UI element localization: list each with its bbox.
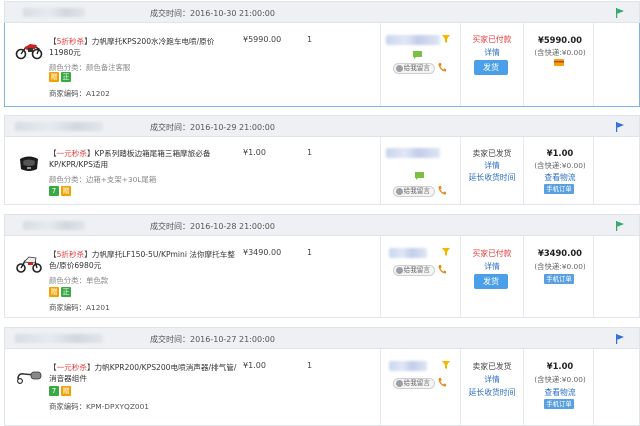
merchant-code: 商家编码：KPM-DPXYQZ001 xyxy=(49,402,150,411)
order-status: 卖家已发货 xyxy=(472,362,512,371)
buyer-name-blurred[interactable] xyxy=(389,248,427,258)
merchant-code: 商家编码：A1202 xyxy=(49,89,110,98)
extend-receipt-link[interactable]: 延长收货时间 xyxy=(467,172,517,183)
shipping-fee: (含快递:¥0.00) xyxy=(534,375,586,384)
flag-blue-icon[interactable] xyxy=(614,121,626,133)
view-logistics-link[interactable]: 查看物流 xyxy=(527,172,593,183)
genuine-badge: 正 xyxy=(61,72,71,82)
gift-badge: 赠 xyxy=(61,186,71,196)
buyer-name-blurred[interactable] xyxy=(386,35,440,45)
scooter-thumbnail[interactable] xyxy=(15,252,43,274)
product-sku: 颜色分类：边箱+支架+30L尾箱 xyxy=(49,175,157,184)
quantity: 1 xyxy=(307,248,313,257)
product-title[interactable]: 【5折秒杀】力帆摩托LF150-5U/KPmini 法你摩托车整色/原价6980… xyxy=(49,249,237,271)
unit-price: ¥1.00 xyxy=(243,148,266,157)
order-body: 【5折秒杀】力帆摩托LF150-5U/KPmini 法你摩托车整色/原价6980… xyxy=(4,236,640,318)
phone-icon[interactable] xyxy=(438,63,446,72)
product-title[interactable]: 【5折秒杀】力帆摩托KPS200水冷跑车电喷/原价11980元 xyxy=(49,36,237,58)
seven-day-return-badge: 7 xyxy=(49,186,59,196)
leave-message-button[interactable]: 给我留言 xyxy=(393,378,435,389)
order-total: ¥1.00 xyxy=(546,148,574,158)
service-badges: 7赠 xyxy=(49,386,73,396)
order-body: 【一元秒杀】KP系列踏板边箱尾箱三箱摩旅必备KP/KPR/KPS适用 颜色分类：… xyxy=(4,137,640,205)
order-time: 成交时间：2016-10-28 21:00:00 xyxy=(150,222,275,231)
order-body: 【一元秒杀】力帆KPR200/KPS200电喷消声器/排气管/消音器组件 7赠 … xyxy=(4,349,640,426)
order-status: 卖家已发货 xyxy=(472,149,512,158)
product-sku: 颜色分类：单色款 xyxy=(49,276,109,285)
filter-icon[interactable] xyxy=(442,35,450,43)
mobile-order-tag: 手机订单 xyxy=(544,399,574,409)
service-badges: 赠正 xyxy=(49,72,73,82)
order-total: ¥5990.00 xyxy=(538,35,582,45)
leave-message-button[interactable]: 给我留言 xyxy=(393,265,435,276)
shop-name-blurred xyxy=(15,122,103,131)
motorcycle-thumbnail[interactable] xyxy=(15,39,43,61)
order-status: 买家已付款 xyxy=(472,35,512,44)
shop-name-blurred xyxy=(23,8,85,17)
order-status: 买家已付款 xyxy=(472,249,512,258)
leave-message-button[interactable]: 给我留言 xyxy=(393,186,435,197)
order-detail-link[interactable]: 详情 xyxy=(467,261,517,272)
buyer-name-blurred[interactable] xyxy=(389,361,427,371)
credit-card-icon xyxy=(554,59,564,66)
order-total: ¥3490.00 xyxy=(538,248,582,258)
order-header: 成交时间：2016-10-30 21:00:00 xyxy=(4,1,640,23)
flag-green-icon[interactable] xyxy=(614,7,626,19)
order-detail-link[interactable]: 详情 xyxy=(467,47,517,58)
top-case-thumbnail[interactable] xyxy=(15,153,43,175)
flag-green-icon[interactable] xyxy=(614,220,626,232)
service-badges: 赠正 xyxy=(49,287,73,297)
filter-icon[interactable] xyxy=(442,361,450,369)
unit-price: ¥1.00 xyxy=(243,361,266,370)
quantity: 1 xyxy=(307,148,313,157)
gift-badge: 赠 xyxy=(61,386,71,396)
order-body: 【5折秒杀】力帆摩托KPS200水冷跑车电喷/原价11980元 颜色分类：颜色备… xyxy=(4,23,640,107)
genuine-badge: 正 xyxy=(61,287,71,297)
order-header: 成交时间：2016-10-29 21:00:00 xyxy=(4,115,640,137)
quantity: 1 xyxy=(307,361,313,370)
order-total: ¥1.00 xyxy=(546,361,574,371)
order-detail-link[interactable]: 详情 xyxy=(467,160,517,171)
product-title[interactable]: 【一元秒杀】KP系列踏板边箱尾箱三箱摩旅必备KP/KPR/KPS适用 xyxy=(49,148,237,170)
exhaust-pipe-thumbnail[interactable] xyxy=(15,365,43,387)
gift-badge: 赠 xyxy=(49,287,59,297)
shop-name-blurred xyxy=(23,221,85,230)
unit-price: ¥5990.00 xyxy=(243,35,282,44)
shipping-fee: (含快递:¥0.00) xyxy=(534,262,586,271)
ship-button[interactable]: 发货 xyxy=(474,60,508,75)
seven-day-return-badge: 7 xyxy=(49,386,59,396)
merchant-code: 商家编码：A1201 xyxy=(49,303,110,312)
order-detail-link[interactable]: 详情 xyxy=(467,374,517,385)
ship-button[interactable]: 发货 xyxy=(474,274,508,289)
shipping-fee: (含快递:¥0.00) xyxy=(534,161,586,170)
order-header: 成交时间：2016-10-28 21:00:00 xyxy=(4,214,640,236)
mobile-order-tag: 手机订单 xyxy=(544,274,574,284)
message-icon[interactable] xyxy=(413,51,422,59)
shipping-fee: (含快递:¥0.00) xyxy=(534,48,586,57)
gift-badge: 赠 xyxy=(49,72,59,82)
flag-blue-icon[interactable] xyxy=(614,333,626,345)
service-badges: 7赠 xyxy=(49,186,73,196)
order-time: 成交时间：2016-10-29 21:00:00 xyxy=(150,123,275,132)
phone-icon[interactable] xyxy=(438,186,446,195)
order-time: 成交时间：2016-10-27 21:00:00 xyxy=(150,335,275,344)
product-title[interactable]: 【一元秒杀】力帆KPR200/KPS200电喷消声器/排气管/消音器组件 xyxy=(49,362,237,384)
mobile-order-tag: 手机订单 xyxy=(544,184,574,194)
phone-icon[interactable] xyxy=(438,378,446,387)
shop-name-blurred xyxy=(15,334,103,343)
view-logistics-link[interactable]: 查看物流 xyxy=(527,387,593,398)
leave-message-button[interactable]: 给我留言 xyxy=(393,63,435,74)
message-icon[interactable] xyxy=(415,172,424,180)
unit-price: ¥3490.00 xyxy=(243,248,282,257)
phone-icon[interactable] xyxy=(438,265,446,274)
buyer-name-blurred[interactable] xyxy=(386,148,440,158)
order-header: 成交时间：2016-10-27 21:00:00 xyxy=(4,327,640,349)
extend-receipt-link[interactable]: 延长收货时间 xyxy=(467,387,517,398)
quantity: 1 xyxy=(307,35,313,44)
order-time: 成交时间：2016-10-30 21:00:00 xyxy=(150,9,275,18)
filter-icon[interactable] xyxy=(442,248,450,256)
